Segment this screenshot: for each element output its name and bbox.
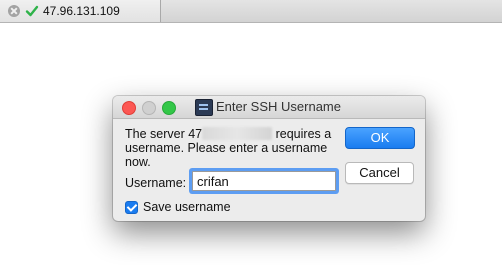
tab-bar: 47.96.131.109 [0, 0, 502, 23]
zoom-window-button[interactable] [162, 101, 176, 115]
message-line-3: now. [125, 155, 151, 169]
username-input[interactable]: crifan [192, 171, 336, 191]
redacted-text [202, 127, 273, 140]
save-username-checkbox[interactable] [125, 201, 138, 214]
username-label: Username: [125, 176, 187, 190]
dialog-title: Enter SSH Username [216, 99, 341, 114]
tab-title: 47.96.131.109 [43, 4, 120, 18]
minimize-window-button[interactable] [142, 101, 156, 115]
cancel-button[interactable]: Cancel [345, 162, 414, 184]
terminal-icon [195, 99, 213, 116]
dialog-titlebar: Enter SSH Username [113, 96, 425, 119]
ssh-username-dialog: Enter SSH Username The server 47 require… [113, 96, 425, 221]
ok-button[interactable]: OK [345, 127, 415, 149]
dialog-message: The server 47 requires a username. Pleas… [125, 127, 345, 169]
save-username-label[interactable]: Save username [143, 200, 231, 214]
message-suffix: requires a [275, 127, 332, 141]
checkmark-icon [25, 5, 39, 17]
tab-session[interactable]: 47.96.131.109 [0, 0, 161, 22]
message-prefix: The server 47 [125, 127, 203, 141]
message-line-2: username. Please enter a username [125, 141, 328, 155]
close-icon[interactable] [8, 5, 20, 17]
close-window-button[interactable] [122, 101, 136, 115]
